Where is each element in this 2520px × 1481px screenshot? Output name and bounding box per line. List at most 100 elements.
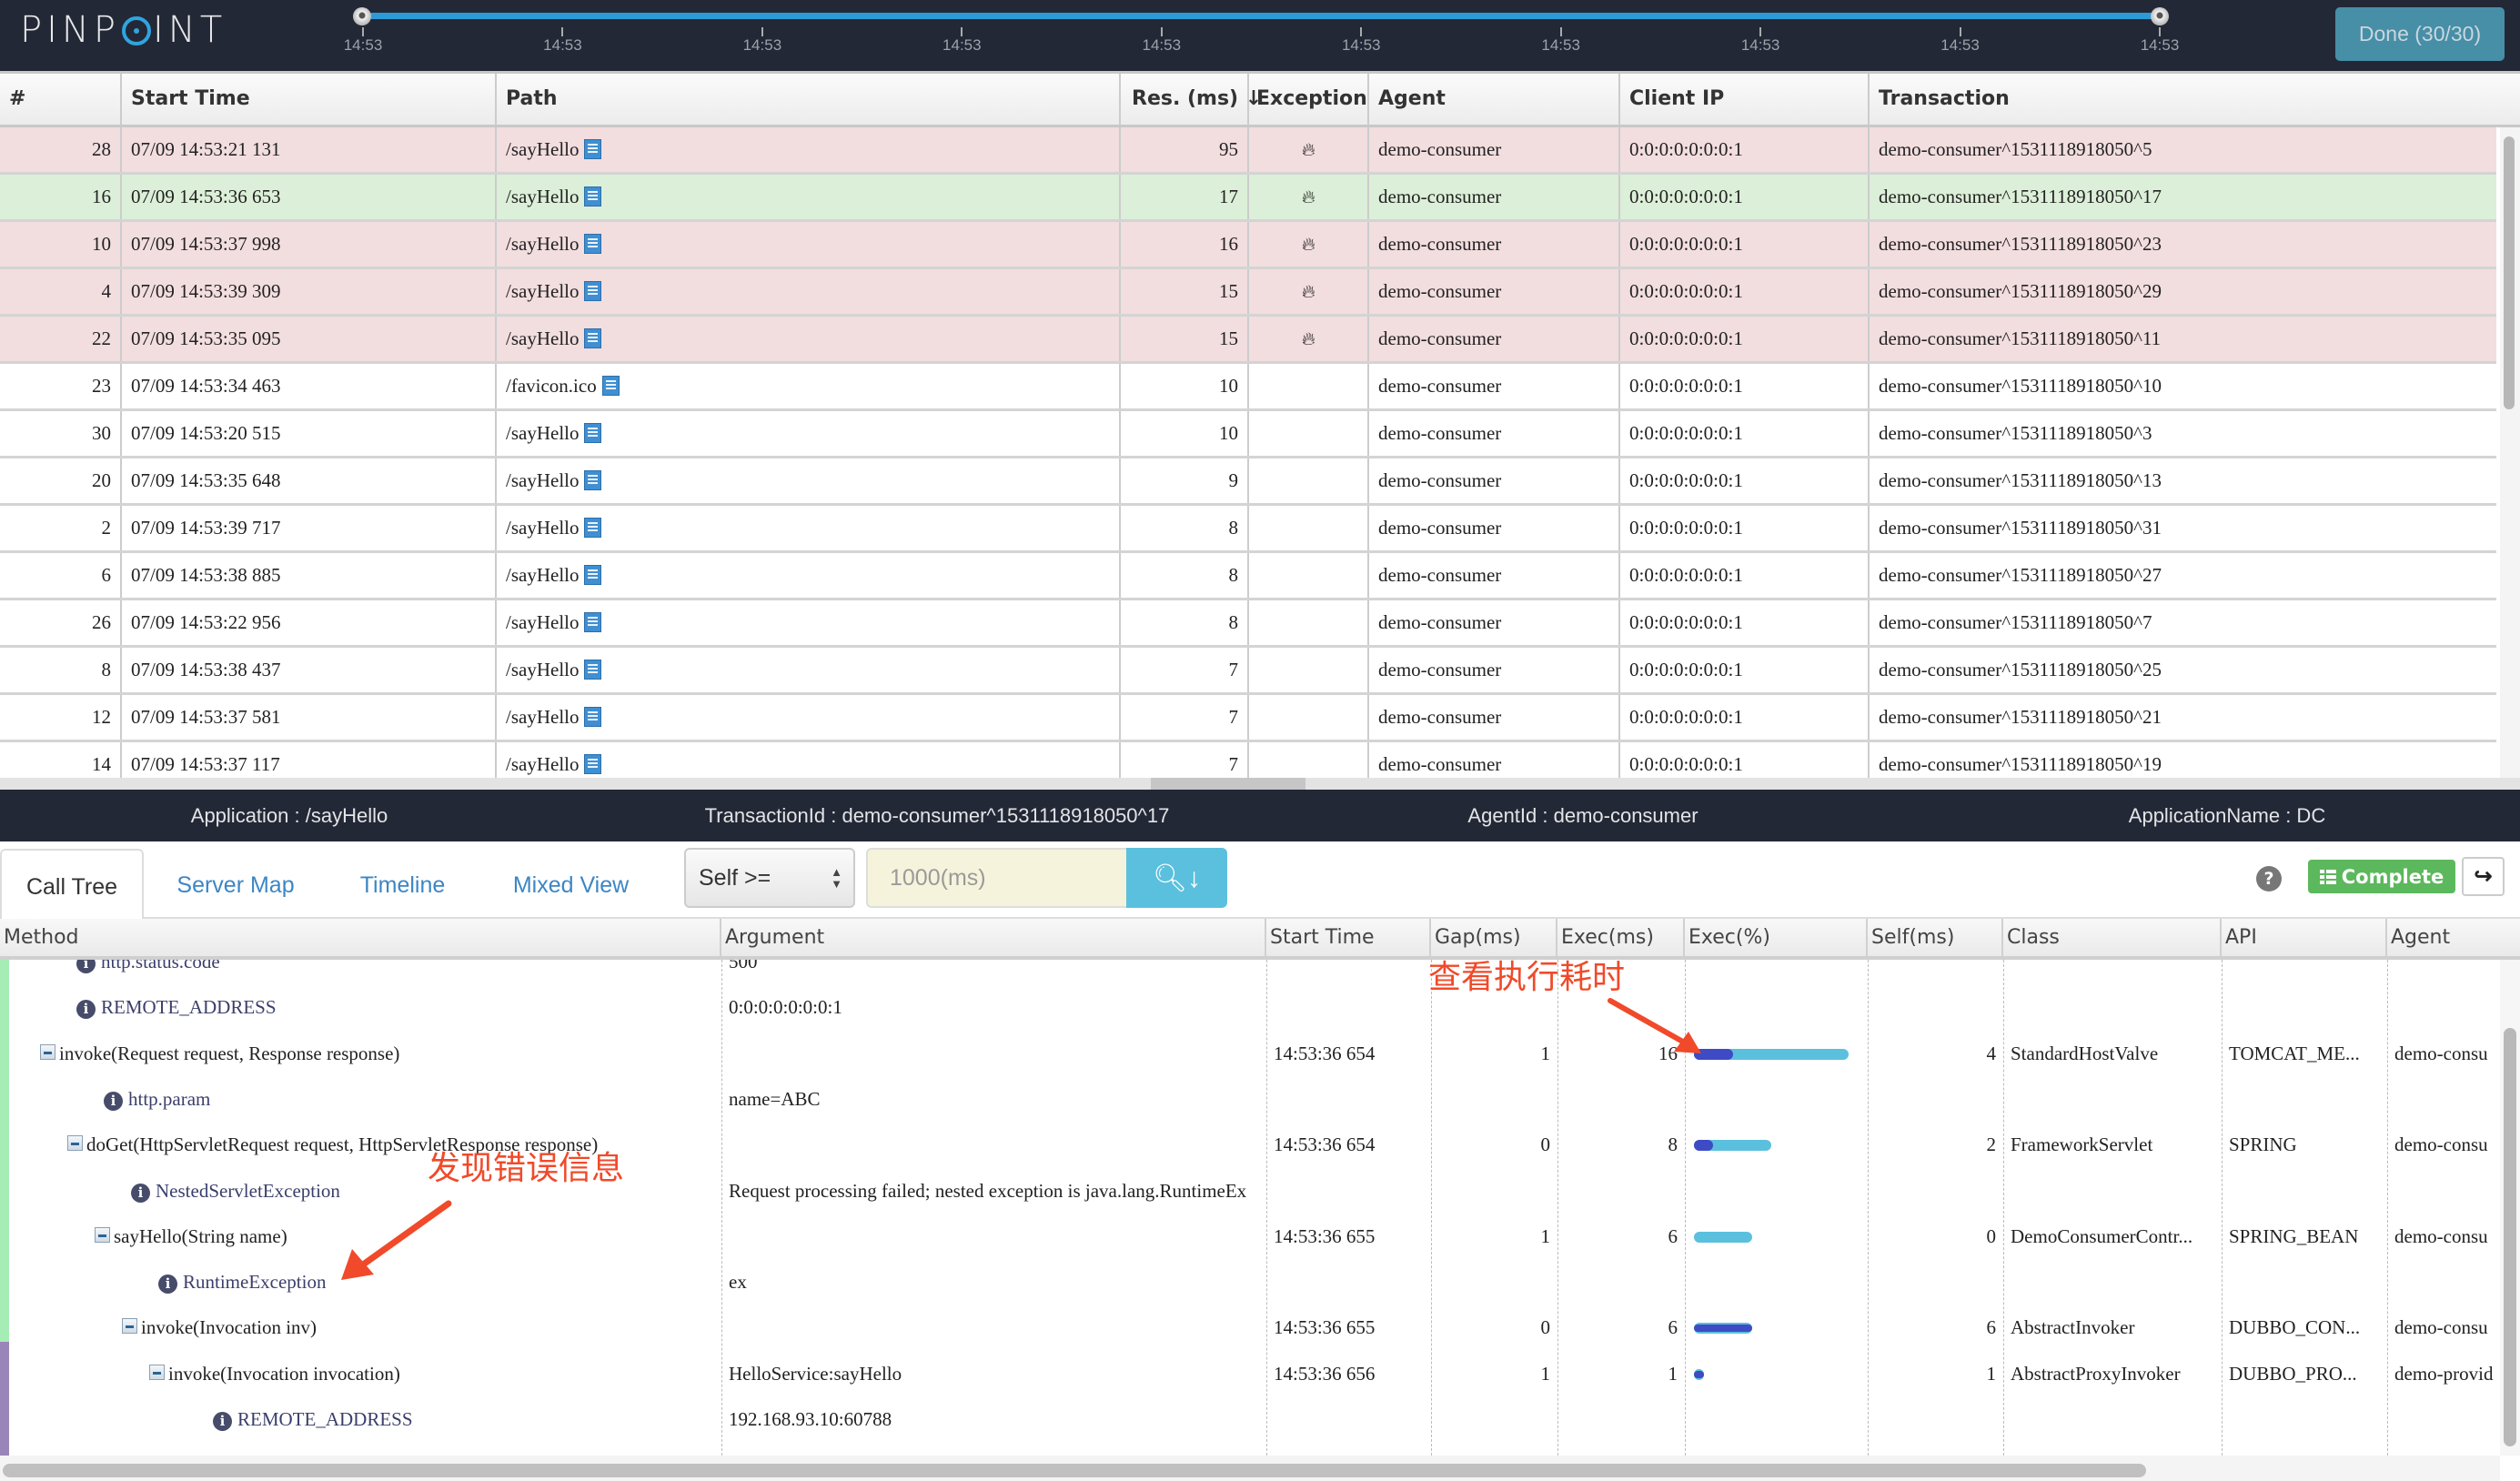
- ct-col-self[interactable]: Self(ms): [1868, 919, 2003, 956]
- view-detail-icon[interactable]: [584, 565, 602, 585]
- tab-mixed-view[interactable]: Mixed View: [496, 849, 646, 919]
- view-detail-icon[interactable]: [584, 186, 602, 207]
- view-detail-icon[interactable]: [584, 707, 602, 727]
- path-text[interactable]: /sayHello: [506, 659, 579, 680]
- col-client-ip[interactable]: Client IP: [1620, 74, 1870, 125]
- call-tree-row[interactable]: i REMOTE_ADDRESS 0:0:0:0:0:0:0:1: [0, 984, 2500, 1030]
- col-start-time[interactable]: Start Time: [122, 74, 497, 125]
- view-detail-icon[interactable]: [584, 281, 602, 301]
- open-external-button[interactable]: ↪: [2462, 857, 2505, 896]
- collapse-icon[interactable]: [95, 1226, 110, 1243]
- search-next-button[interactable]: 🔍︎↓: [1126, 848, 1227, 908]
- path-text[interactable]: /sayHello: [506, 611, 579, 633]
- collapse-icon[interactable]: [122, 1318, 137, 1335]
- transaction-row[interactable]: 20 07/09 14:53:35 648/sayHello 9 demo-consu…: [0, 458, 2496, 506]
- transaction-row[interactable]: 23 07/09 14:53:34 463/favicon.ico 10 demo-c…: [0, 364, 2496, 411]
- transaction-row[interactable]: 2 07/09 14:53:39 717/sayHello 8 demo-consum…: [0, 506, 2496, 553]
- ct-col-class[interactable]: Class: [2003, 919, 2222, 956]
- path-text[interactable]: /favicon.ico: [506, 375, 597, 397]
- self-filter-select[interactable]: Self >= ▲ ▼: [684, 848, 855, 908]
- method-name: sayHello(String name): [114, 1224, 287, 1247]
- path-text[interactable]: /sayHello: [506, 233, 579, 255]
- view-detail-icon[interactable]: [584, 470, 602, 490]
- call-tree-row[interactable]: i http.param name=ABC: [0, 1076, 2500, 1122]
- scrollbar-thumb[interactable]: [2504, 136, 2515, 409]
- transaction-row[interactable]: 28 07/09 14:53:21 131/sayHello 95 🔥︎ demo-co…: [0, 127, 2496, 175]
- ct-col-exec-pct[interactable]: Exec(%): [1685, 919, 1868, 956]
- ct-col-method[interactable]: Method: [0, 919, 721, 956]
- view-detail-icon[interactable]: [601, 376, 620, 396]
- col-exception[interactable]: Exception: [1249, 74, 1369, 125]
- view-detail-icon[interactable]: [584, 234, 602, 254]
- ct-col-api[interactable]: API: [2222, 919, 2387, 956]
- cell-number: 2: [0, 506, 122, 550]
- call-tree-row[interactable]: invoke(Request request, Response respons…: [0, 1031, 2500, 1076]
- col-path[interactable]: Path: [497, 74, 1121, 125]
- path-text[interactable]: /sayHello: [506, 753, 579, 775]
- time-range-slider[interactable]: [362, 13, 2159, 19]
- path-text[interactable]: /sayHello: [506, 422, 579, 444]
- transaction-row[interactable]: 30 07/09 14:53:20 515/sayHello 10 demo-cons…: [0, 411, 2496, 458]
- transaction-row[interactable]: 8 07/09 14:53:38 437/sayHello 7 demo-consum…: [0, 648, 2496, 695]
- help-icon[interactable]: ?: [2256, 866, 2282, 892]
- collapse-icon[interactable]: [149, 1364, 165, 1380]
- transaction-row[interactable]: 4 07/09 14:53:39 309/sayHello 15 🔥︎ demo-con…: [0, 269, 2496, 317]
- path-text[interactable]: /sayHello: [506, 327, 579, 349]
- transaction-row[interactable]: 16 07/09 14:53:36 653/sayHello 17 🔥︎ demo-co…: [0, 175, 2496, 222]
- col-number[interactable]: #: [0, 74, 122, 125]
- view-detail-icon[interactable]: [584, 660, 602, 680]
- col-agent[interactable]: Agent: [1369, 74, 1620, 125]
- scrollbar-thumb[interactable]: [3, 1464, 2146, 1477]
- threshold-ms-input[interactable]: [866, 848, 1126, 908]
- cell-response-time: 8: [1121, 553, 1249, 598]
- tab-timeline[interactable]: Timeline: [337, 849, 469, 919]
- transaction-row[interactable]: 12 07/09 14:53:37 581/sayHello 7 demo-consu…: [0, 695, 2496, 742]
- transaction-row[interactable]: 22 07/09 14:53:35 095/sayHello 15 🔥︎ demo-co…: [0, 317, 2496, 364]
- call-tree-row[interactable]: i REMOTE_ADDRESS 192.168.93.10:60788: [0, 1396, 2500, 1442]
- transaction-row[interactable]: 26 07/09 14:53:22 956/sayHello 8 demo-consu…: [0, 600, 2496, 648]
- tab-server-map[interactable]: Server Map: [164, 849, 307, 919]
- call-tree-row[interactable]: invoke(Invocation inv) 14:53:36 655 0 6 6 Abs…: [0, 1305, 2500, 1350]
- pinpoint-logo[interactable]: PINP INT: [20, 9, 227, 51]
- done-button[interactable]: Done (30/30): [2335, 7, 2505, 61]
- call-tree-horizontal-scrollbar[interactable]: [0, 1456, 2500, 1481]
- path-text[interactable]: /sayHello: [506, 706, 579, 728]
- ct-col-argument[interactable]: Argument: [721, 919, 1266, 956]
- call-tree-row[interactable]: invoke(Invocation invocation) HelloServic…: [0, 1351, 2500, 1396]
- table-vertical-scrollbar[interactable]: [2500, 127, 2520, 790]
- complete-button[interactable]: Complete: [2308, 860, 2455, 893]
- slider-start-handle[interactable]: [353, 7, 371, 25]
- table-horizontal-scrollbar[interactable]: [0, 778, 2520, 790]
- argument-cell: name=ABC: [729, 1087, 821, 1110]
- ct-col-agent[interactable]: Agent: [2387, 919, 2520, 956]
- path-text[interactable]: /sayHello: [506, 517, 579, 539]
- path-text[interactable]: /sayHello: [506, 469, 579, 491]
- api-cell: TOMCAT_ME...: [2229, 1042, 2360, 1064]
- path-text[interactable]: /sayHello: [506, 280, 579, 302]
- call-tree-row[interactable]: i http.status.code 500: [0, 960, 2500, 984]
- path-text[interactable]: /sayHello: [506, 138, 579, 160]
- tab-call-tree[interactable]: Call Tree: [0, 849, 144, 919]
- view-detail-icon[interactable]: [584, 328, 602, 348]
- scrollbar-thumb[interactable]: [2504, 1028, 2516, 1446]
- view-detail-icon[interactable]: [584, 423, 602, 443]
- call-tree-row[interactable]: doGet(HttpServletRequest request, HttpSe…: [0, 1122, 2500, 1167]
- transaction-row[interactable]: 10 07/09 14:53:37 998/sayHello 16 🔥︎ demo-co…: [0, 222, 2496, 269]
- collapse-icon[interactable]: [40, 1043, 55, 1060]
- call-tree-vertical-scrollbar[interactable]: [2500, 960, 2520, 1456]
- scrollbar-thumb[interactable]: [1151, 778, 1305, 790]
- slider-end-handle[interactable]: [2151, 7, 2169, 25]
- col-transaction[interactable]: Transaction: [1870, 74, 2500, 125]
- class-cell: StandardHostValve: [2011, 1042, 2159, 1064]
- ct-col-start-time[interactable]: Start Time: [1266, 919, 1431, 956]
- path-text[interactable]: /sayHello: [506, 186, 579, 207]
- view-detail-icon[interactable]: [584, 612, 602, 632]
- transaction-row[interactable]: 6 07/09 14:53:38 885/sayHello 8 demo-consum…: [0, 553, 2496, 600]
- collapse-icon[interactable]: [67, 1135, 83, 1152]
- view-detail-icon[interactable]: [584, 139, 602, 159]
- view-detail-icon[interactable]: [584, 518, 602, 538]
- view-detail-icon[interactable]: [584, 754, 602, 774]
- path-text[interactable]: /sayHello: [506, 564, 579, 586]
- col-response-time[interactable]: Res. (ms) ↓: [1121, 74, 1262, 125]
- cell-response-time: 17: [1121, 175, 1249, 219]
